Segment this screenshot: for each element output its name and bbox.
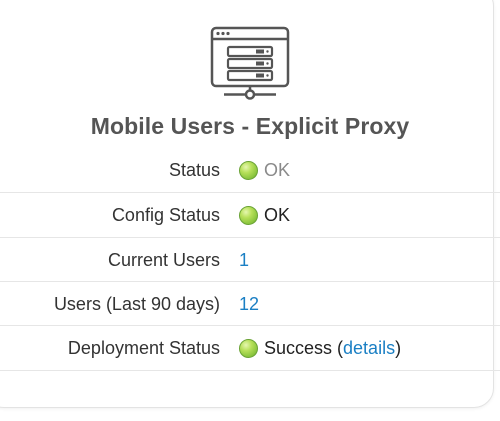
users-last-90-days-value[interactable]: 12 [239, 282, 259, 326]
current-users-value[interactable]: 1 [239, 238, 249, 282]
status-value: OK [239, 148, 290, 192]
deployment-status-row: Deployment Status Success ( details ) [0, 326, 500, 370]
users-last-90-days-label: Users (Last 90 days) [53, 294, 220, 314]
config-status-ok-icon [239, 205, 258, 225]
deployment-status-value-text: Success [264, 338, 333, 358]
deployment-details-link[interactable]: details [343, 326, 395, 370]
status-row: Status OK [0, 148, 500, 192]
close-paren: ) [395, 338, 402, 358]
config-status-row: Config Status OK [0, 193, 500, 237]
proxy-server-window-icon [210, 26, 290, 102]
row-divider [0, 370, 500, 371]
deployment-success-icon [239, 338, 258, 358]
status-value-text: OK [264, 160, 291, 180]
current-users-link[interactable]: 1 [239, 238, 249, 282]
users-last-90-days-link[interactable]: 12 [239, 282, 259, 326]
current-users-label: Current Users [107, 250, 220, 270]
deployment-status-label: Deployment Status [67, 338, 220, 358]
status-label: Status [168, 160, 220, 180]
open-paren: ( [332, 338, 344, 358]
current-users-row: Current Users 1 [0, 238, 500, 282]
deployment-status-value: Success ( details ) [239, 326, 401, 370]
config-status-label: Config Status [111, 205, 220, 225]
status-ok-icon [239, 160, 258, 180]
card-title: Mobile Users - Explicit Proxy [90, 113, 410, 139]
users-last-90-days-row: Users (Last 90 days) 12 [0, 282, 500, 326]
config-status-value: OK [239, 193, 290, 237]
config-status-value-text: OK [264, 205, 291, 225]
